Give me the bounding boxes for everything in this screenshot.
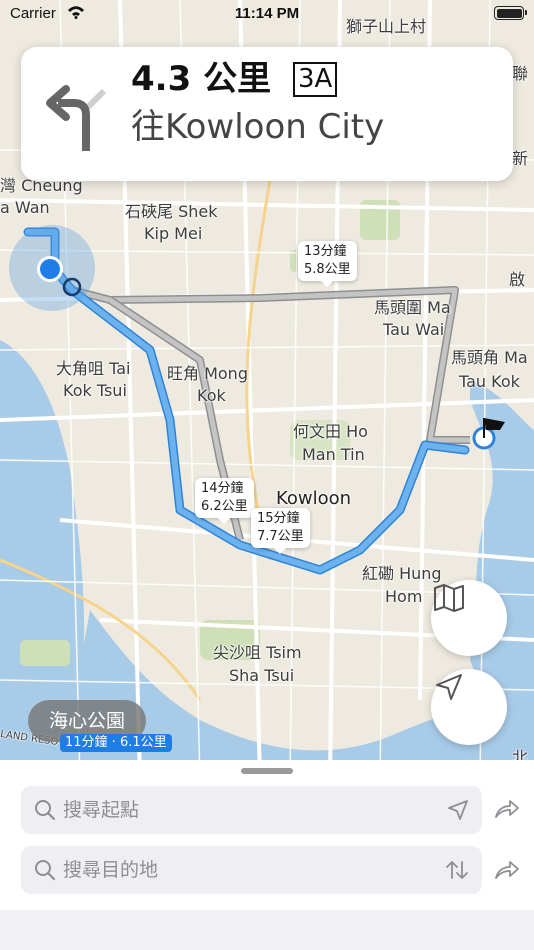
route-time: 14分鐘 [201, 481, 244, 496]
status-bar: Carrier 11:14 PM [0, 0, 534, 30]
place-shek-kip-mei: 石硤尾 Shek [125, 202, 218, 221]
battery-icon [494, 6, 527, 20]
bottom-sheet [0, 760, 534, 950]
direction-banner[interactable]: 4.3 公里 3A 往Kowloon City [21, 47, 513, 181]
place-ma-tau-wai: 馬頭圍 Ma [374, 298, 451, 317]
share-icon[interactable] [492, 795, 520, 823]
place-cheung-sha-wan: a Wan [0, 198, 50, 217]
sheet-grabber[interactable] [241, 768, 293, 774]
current-location-icon[interactable] [446, 798, 470, 822]
place-hung-hom: Hom [385, 587, 423, 606]
route-time: 15分鐘 [257, 511, 300, 526]
route-shield: 3A [293, 62, 338, 97]
place-tai-kok-tsui: 大角咀 Tai [56, 359, 131, 378]
place-san-po-kong: 新 [512, 149, 529, 168]
route-distance: 5.8公里 [304, 262, 351, 277]
place-ho-man-tin: Man Tin [302, 445, 365, 464]
search-icon [35, 800, 56, 821]
route-distance: 7.7公里 [257, 529, 304, 544]
place-ma-tau-wai: Tau Wai [383, 320, 445, 339]
place-ho-man-tin: 何文田 Ho [293, 422, 368, 441]
place-kai-tak: 啟 [509, 270, 526, 289]
park-route-badge[interactable]: 11分鐘 · 6.1公里 [60, 734, 172, 752]
route-callout-main[interactable]: 15分鐘 7.7公里 [251, 508, 310, 554]
sheet-footer [0, 910, 534, 950]
place-edge: 聯 [512, 64, 529, 83]
place-tsim-sha-tsui: 尖沙咀 Tsim [213, 643, 302, 662]
destination-search-input[interactable] [63, 846, 443, 894]
start-search-field[interactable] [21, 786, 482, 834]
place-hung-hom: 紅磡 Hung [362, 564, 442, 583]
maneuver-distance: 4.3 公里 [131, 59, 272, 99]
start-search-input[interactable] [63, 786, 443, 834]
turn-left-icon [46, 85, 107, 151]
route-time: 13分鐘 [304, 244, 347, 259]
place-ma-tau-kok: 馬頭角 Ma [451, 348, 528, 367]
route-distance: 6.2公里 [201, 499, 248, 514]
map-mode-button[interactable] [431, 580, 507, 656]
place-shek-kip-mei: Kip Mei [144, 224, 203, 243]
share-icon[interactable] [492, 856, 520, 884]
place-mong-kok: Kok [197, 386, 226, 405]
route-callout-alt-2[interactable]: 14分鐘 6.2公里 [195, 478, 254, 524]
place-ma-tau-kok: Tau Kok [459, 372, 520, 391]
map-icon [434, 584, 464, 612]
place-tsim-sha-tsui: Sha Tsui [229, 666, 295, 685]
location-arrow-icon [436, 674, 462, 700]
status-time: 11:14 PM [234, 5, 300, 22]
place-kowloon: Kowloon [276, 488, 352, 509]
locate-button[interactable] [431, 669, 507, 745]
destination-search-field[interactable] [21, 846, 482, 894]
place-tai-kok-tsui: Kok Tsui [63, 381, 127, 400]
route-callout-alt-1[interactable]: 13分鐘 5.8公里 [298, 241, 357, 287]
swap-icon[interactable] [444, 858, 470, 882]
place-mong-kok: 旺角 Mong [167, 364, 248, 383]
maneuver-destination: 往Kowloon City [131, 107, 385, 147]
search-icon [35, 860, 56, 881]
